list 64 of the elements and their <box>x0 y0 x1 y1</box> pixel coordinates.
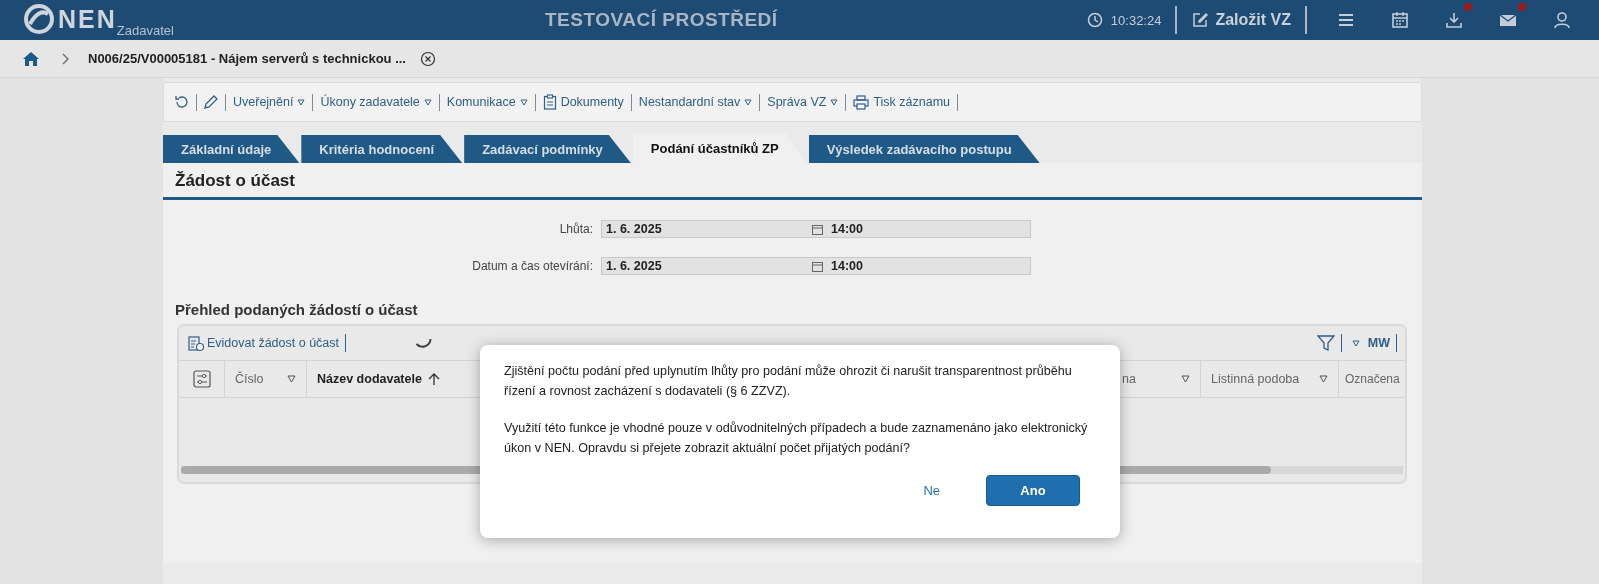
caret-icon <box>744 98 753 106</box>
menu-dropdown[interactable]: Správa VZ <box>766 95 840 109</box>
confirm-button[interactable]: Ano <box>986 475 1080 506</box>
user-icon[interactable] <box>1552 10 1572 30</box>
tab[interactable]: Výsledek zadávacího postupu <box>808 135 1040 163</box>
column-header[interactable]: Číslo <box>235 372 264 386</box>
column-header[interactable]: Název dodavatele <box>317 372 422 386</box>
create-button[interactable]: Založit VZ <box>1191 11 1291 29</box>
logo-text: NEN <box>58 4 117 34</box>
date-time-field[interactable]: 1. 6. 2025 14:00 <box>601 257 1031 275</box>
date-time-field[interactable]: 1. 6. 2025 14:00 <box>601 220 1031 238</box>
column-header[interactable]: na <box>1122 372 1136 386</box>
column-header[interactable]: Označena <box>1345 372 1400 386</box>
dialog-message: Zjištění počtu podání před uplynutím lhůty pro podání může ohrozit či narušit transparentnost průběhu řízení a rovnost zacházení s dodavateli (§ 6 ZZVZ). <box>504 363 1073 400</box>
tab[interactable]: Základní údaje <box>163 135 300 163</box>
caret-icon <box>1351 339 1360 347</box>
menu-dropdown[interactable]: Uveřejnění <box>232 95 307 109</box>
logo-subtitle: Zadavatel <box>116 24 174 38</box>
calendar-icon[interactable] <box>812 223 823 235</box>
caret-icon <box>423 98 432 106</box>
logo-icon <box>24 4 54 34</box>
document-add-icon <box>187 334 205 352</box>
menu-dropdown[interactable]: Komunikace <box>445 95 529 109</box>
clock-time: 10:32:24 <box>1110 12 1162 28</box>
printer-icon <box>853 94 870 110</box>
edit-icon[interactable] <box>203 94 219 110</box>
section-title: Žádost o účast <box>163 163 1422 200</box>
refresh-icon[interactable] <box>174 94 190 110</box>
menu-dropdown[interactable]: Úkony zadavatele <box>319 95 433 109</box>
clock-icon <box>1086 12 1103 28</box>
sort-ascending-icon[interactable] <box>427 372 440 386</box>
environment-title: TESTOVACÍ PROSTŘEDÍ <box>545 9 778 31</box>
caret-icon <box>830 98 839 106</box>
documents-button[interactable]: Dokumenty <box>541 94 625 110</box>
tab[interactable]: Zadávací podmínky <box>464 135 631 163</box>
add-request-button[interactable]: Evidovat žádost o účast <box>187 334 340 352</box>
loading-spinner-icon <box>414 337 433 349</box>
field-label: Datum a čas otevírání: <box>471 259 594 273</box>
column-settings-icon[interactable] <box>192 370 211 388</box>
dialog-message: Využití této funkce je vhodné pouze v odůvodnitelných případech a bude zaznamenáno jako elektronický úkon v NEN. Opravdu si přejete zobrazit aktuální počet přijatých podání? <box>504 420 1089 457</box>
chevron-icon <box>62 52 70 65</box>
filter-icon[interactable] <box>1316 334 1335 352</box>
home-icon[interactable] <box>22 50 40 67</box>
table-title: Přehled podaných žádostí o účast <box>175 301 419 318</box>
caret-icon <box>519 98 528 106</box>
breadcrumb-title[interactable]: N006/25/V00005181 - Nájem serverů s technickou ... <box>88 51 406 66</box>
menu-dropdown[interactable]: Nestandardní stav <box>637 95 754 109</box>
calendar-icon[interactable] <box>1390 10 1410 30</box>
field-label: Lhůta: <box>558 222 594 236</box>
clipboard-icon <box>542 94 557 110</box>
caret-icon <box>297 98 306 106</box>
tab[interactable]: Kritéria hodnocení <box>301 135 463 163</box>
tab[interactable]: Podání účastníků ZP <box>632 133 807 163</box>
close-icon[interactable] <box>419 50 436 67</box>
download-icon[interactable] <box>1444 10 1464 30</box>
columns-button[interactable]: MW <box>1351 336 1390 350</box>
filter-caret-icon[interactable] <box>1181 375 1190 383</box>
print-button[interactable]: Tisk záznamu <box>852 94 952 110</box>
calendar-icon[interactable] <box>812 260 823 272</box>
edit-icon <box>1191 11 1210 29</box>
cancel-button[interactable]: Ne <box>923 483 940 498</box>
column-header[interactable]: Listinná podoba <box>1211 372 1300 386</box>
filter-caret-icon[interactable] <box>287 375 296 383</box>
filter-caret-icon[interactable] <box>1319 375 1328 383</box>
